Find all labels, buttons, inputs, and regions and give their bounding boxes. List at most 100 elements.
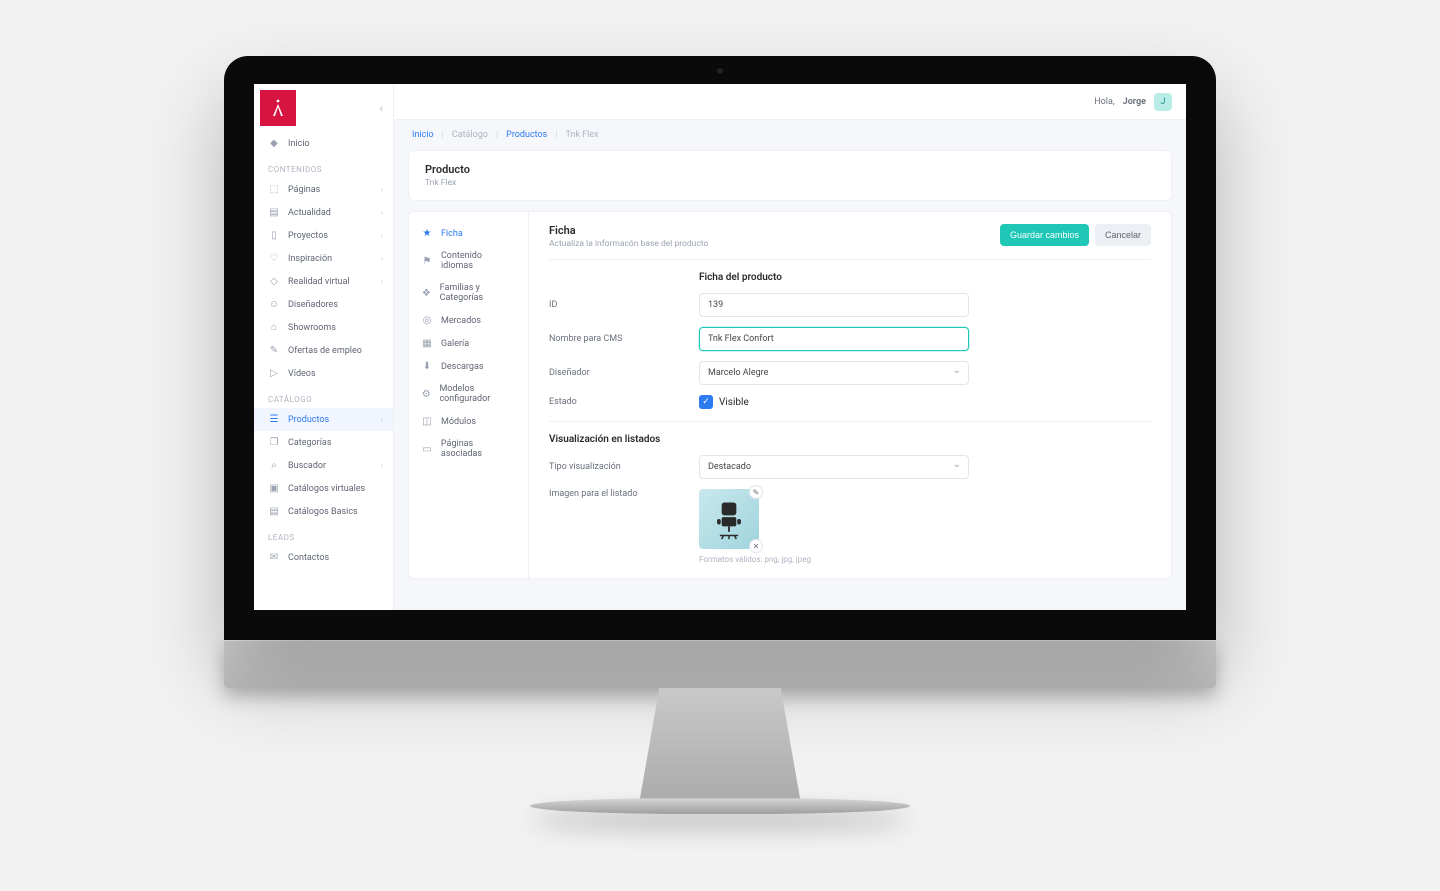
sidebar-item-inspiración[interactable]: ♡ Inspiración › bbox=[254, 247, 393, 270]
editor-tab-familias-y-categorías[interactable]: ❖Familias y Categorías bbox=[409, 277, 528, 309]
id-input[interactable] bbox=[699, 293, 969, 317]
listing-thumbnail bbox=[699, 489, 759, 549]
tab-icon: ▦ bbox=[421, 338, 433, 349]
editor-tab-label: Descargas bbox=[441, 362, 484, 372]
chevron-right-icon: › bbox=[381, 185, 383, 194]
editor-tab-módulos[interactable]: ◫Módulos bbox=[409, 410, 528, 433]
designer-label: Diseñador bbox=[549, 368, 679, 378]
form-section-title-2: Visualización en listados bbox=[549, 434, 1151, 445]
sidebar-item-label: Contactos bbox=[288, 553, 329, 563]
visible-checkbox[interactable]: ✓ bbox=[699, 395, 713, 409]
nav-icon: ▤ bbox=[268, 207, 280, 218]
breadcrumb-sep: | bbox=[555, 130, 557, 140]
tab-icon: ⚑ bbox=[421, 256, 433, 267]
id-label: ID bbox=[549, 300, 679, 310]
sidebar-item-label: Proyectos bbox=[288, 231, 328, 241]
editor-tab-mercados[interactable]: ◎Mercados bbox=[409, 309, 528, 332]
tab-icon: ★ bbox=[421, 228, 433, 239]
nav-icon: ♡ bbox=[268, 253, 280, 264]
editor-tab-galería[interactable]: ▦ Galería bbox=[409, 332, 528, 355]
topbar: Hola, Jorge J bbox=[394, 84, 1186, 120]
camera-icon bbox=[717, 68, 723, 74]
cancel-button[interactable]: Cancelar bbox=[1095, 224, 1151, 246]
editor-subtitle: Actualiza la informacón base del product… bbox=[549, 239, 708, 249]
sidebar-item-inicio[interactable]: ◆ Inicio bbox=[254, 132, 393, 155]
sidebar-item-productos[interactable]: ☰Productos› bbox=[254, 408, 393, 431]
sidebar-item-label: Actualidad bbox=[288, 208, 331, 218]
chevron-right-icon: › bbox=[381, 461, 383, 470]
editor-tab-label: Modelos configurador bbox=[439, 384, 516, 404]
sidebar-item-label: Buscador bbox=[288, 461, 326, 471]
monitor-chin bbox=[224, 640, 1216, 688]
name-input[interactable] bbox=[699, 327, 969, 351]
nav-icon: ☺ bbox=[268, 299, 280, 310]
tab-icon: ▭ bbox=[421, 444, 433, 455]
editor-tab-contenido-idiomas[interactable]: ⚑ Contenido idiomas bbox=[409, 245, 528, 277]
sidebar-item-label: Catálogos Basics bbox=[288, 507, 358, 517]
breadcrumb-item: Catálogo bbox=[452, 130, 488, 140]
sidebar-item-proyectos[interactable]: ▯Proyectos› bbox=[254, 224, 393, 247]
sidebar-item-contactos[interactable]: ✉Contactos bbox=[254, 546, 393, 569]
sidebar-item-realidad-virtual[interactable]: ◇Realidad virtual› bbox=[254, 270, 393, 293]
home-icon: ◆ bbox=[268, 138, 280, 149]
sidebar-item-label: Catálogos virtuales bbox=[288, 484, 365, 494]
nav-icon: ▤ bbox=[268, 506, 280, 517]
sidebar-item-páginas[interactable]: ⬚Páginas› bbox=[254, 178, 393, 201]
page-title: Producto bbox=[425, 163, 1155, 176]
chevron-right-icon: › bbox=[381, 254, 383, 263]
editor-tab-label: Módulos bbox=[441, 417, 476, 427]
vistype-select[interactable]: Destacado bbox=[699, 455, 969, 479]
divider bbox=[549, 421, 1151, 422]
sidebar-item-vídeos[interactable]: ▷Vídeos bbox=[254, 362, 393, 385]
editor-tabs: ★Ficha ⚑ Contenido idiomas ❖Familias y Cate… bbox=[409, 212, 529, 578]
product-header-card: Producto Tnk Flex bbox=[408, 150, 1172, 201]
sidebar-item-ofertas-de-empleo[interactable]: ✎ Ofertas de empleo bbox=[254, 339, 393, 362]
monitor-foot bbox=[530, 798, 910, 814]
chevron-right-icon: › bbox=[381, 208, 383, 217]
editor-card: ★Ficha⚑Contenido idiomas❖Familias y Cate… bbox=[408, 211, 1172, 579]
sidebar-item-label: Productos bbox=[288, 415, 329, 425]
avatar[interactable]: J bbox=[1154, 93, 1172, 111]
logo-icon bbox=[270, 98, 286, 118]
sidebar-item-label: Categorías bbox=[288, 438, 331, 448]
sidebar-item-catálogos-basics[interactable]: ▤ Catálogos Basics bbox=[254, 500, 393, 523]
collapse-sidebar-icon[interactable]: ‹ bbox=[379, 101, 383, 115]
nav-icon: ▯ bbox=[268, 230, 280, 241]
nav-icon: ⌂ bbox=[268, 322, 280, 333]
nav-icon: ✎ bbox=[268, 345, 280, 356]
remove-thumbnail-icon[interactable]: ✕ bbox=[749, 539, 763, 553]
sidebar-item-actualidad[interactable]: ▤ Actualidad › bbox=[254, 201, 393, 224]
editor-tab-modelos-configurador[interactable]: ⚙ Modelos configurador bbox=[409, 378, 528, 410]
edit-thumbnail-icon[interactable]: ✎ bbox=[749, 485, 763, 499]
form-section-title: Ficha del producto bbox=[699, 272, 1151, 283]
sidebar-item-showrooms[interactable]: ⌂Showrooms bbox=[254, 316, 393, 339]
tab-icon: ⚙ bbox=[421, 389, 431, 400]
sidebar-item-catálogos-virtuales[interactable]: ▣ Catálogos virtuales bbox=[254, 477, 393, 500]
sidebar-item-label: Realidad virtual bbox=[288, 277, 350, 287]
thumbnail-hint: Formatos válidos: png, jpg, jpeg bbox=[699, 555, 811, 564]
editor-tab-ficha[interactable]: ★Ficha bbox=[409, 222, 528, 245]
save-button[interactable]: Guardar cambios bbox=[1000, 224, 1089, 246]
breadcrumb-item[interactable]: Productos bbox=[506, 130, 547, 140]
editor-title: Ficha bbox=[549, 224, 708, 237]
editor-tab-descargas[interactable]: ⬇Descargas bbox=[409, 355, 528, 378]
nav-icon: ⌕ bbox=[268, 460, 280, 471]
tab-icon: ◎ bbox=[421, 315, 433, 326]
editor-tab-páginas-asociadas[interactable]: ▭Páginas asociadas bbox=[409, 433, 528, 465]
sidebar-item-label: Ofertas de empleo bbox=[288, 346, 362, 356]
nav-icon: ☰ bbox=[268, 414, 280, 425]
breadcrumb-sep: | bbox=[442, 130, 444, 140]
sidebar-item-categorías[interactable]: ❐Categorías bbox=[254, 431, 393, 454]
sidebar-item-label: Vídeos bbox=[288, 369, 316, 379]
editor-tab-label: Galería bbox=[441, 339, 469, 349]
editor-tab-label: Contenido idiomas bbox=[441, 251, 516, 271]
nav-icon: ▣ bbox=[268, 483, 280, 494]
breadcrumb-item[interactable]: Inicio bbox=[412, 130, 434, 140]
nav-icon: ◇ bbox=[268, 276, 280, 287]
designer-select[interactable]: Marcelo Alegre bbox=[699, 361, 969, 385]
sidebar-item-label: Inspiración bbox=[288, 254, 332, 264]
logo bbox=[260, 90, 296, 126]
breadcrumb-sep: | bbox=[496, 130, 498, 140]
sidebar-item-buscador[interactable]: ⌕ Buscador › bbox=[254, 454, 393, 477]
sidebar-item-diseñadores[interactable]: ☺Diseñadores bbox=[254, 293, 393, 316]
